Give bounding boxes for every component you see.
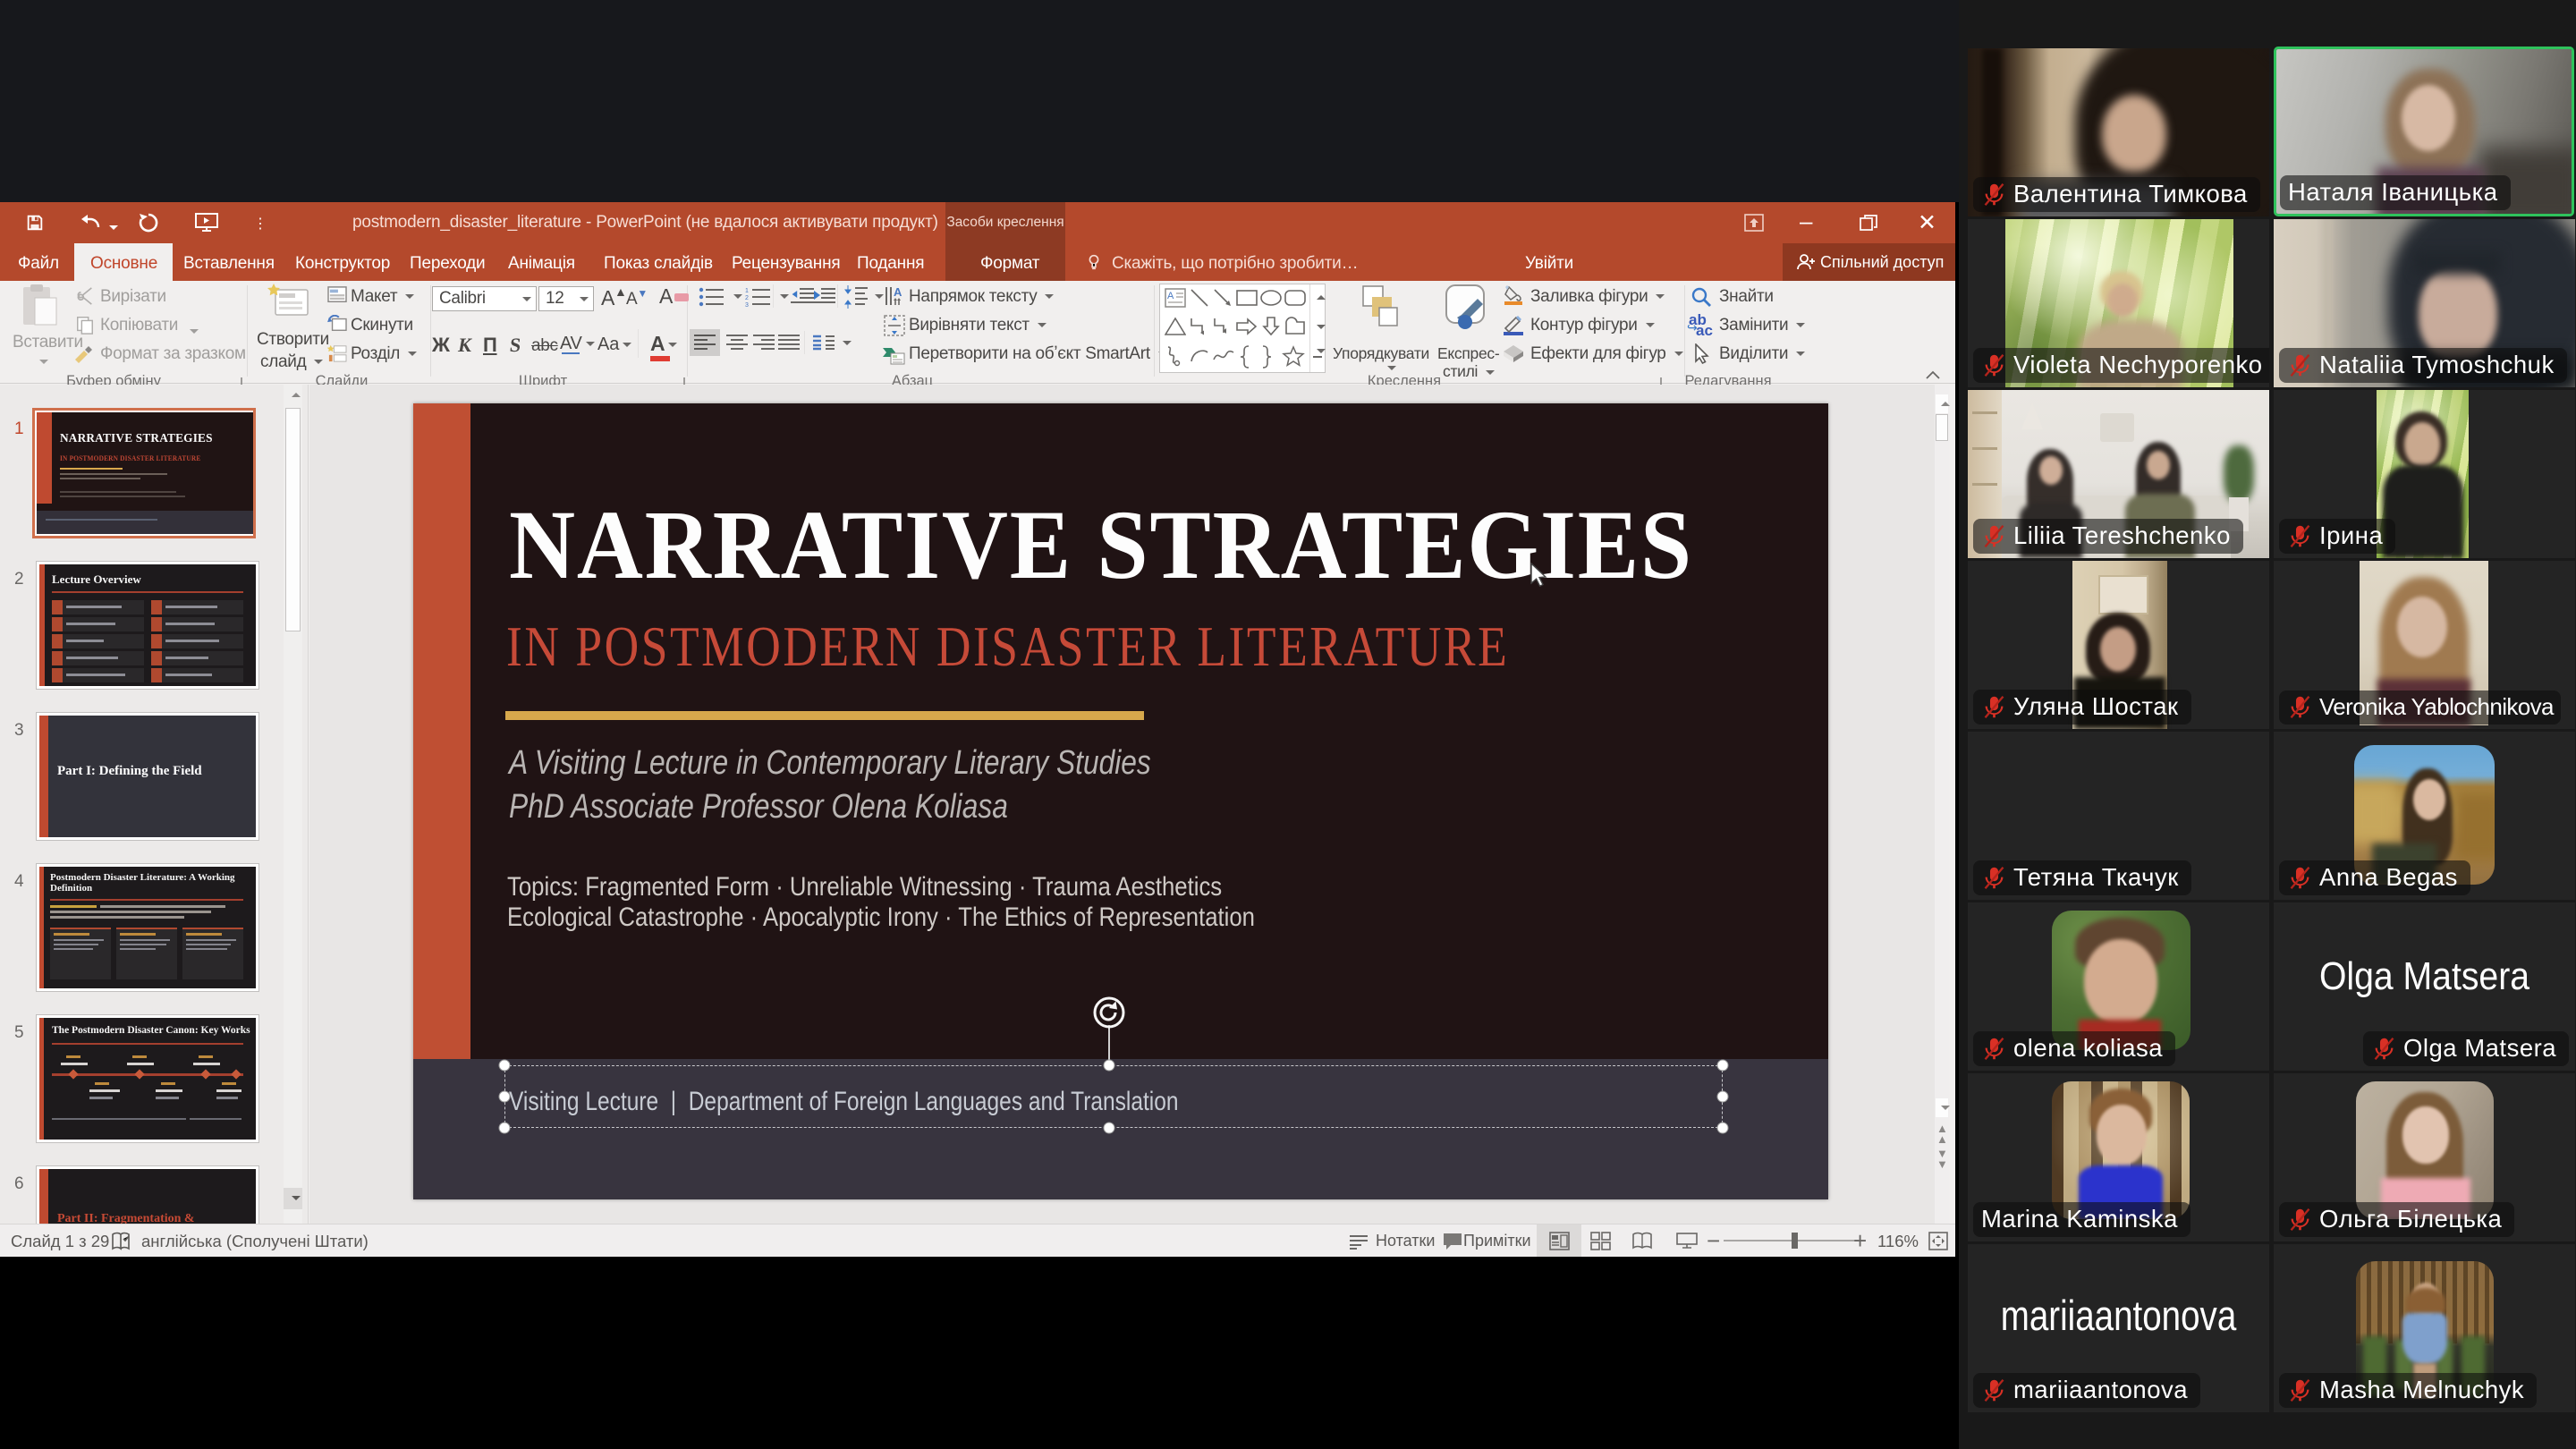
svg-text:2: 2 bbox=[745, 295, 749, 301]
svg-text:A: A bbox=[1167, 291, 1174, 301]
svg-text:А: А bbox=[894, 285, 902, 299]
svg-text:3: 3 bbox=[745, 302, 749, 307]
svg-text:1: 1 bbox=[745, 288, 749, 294]
